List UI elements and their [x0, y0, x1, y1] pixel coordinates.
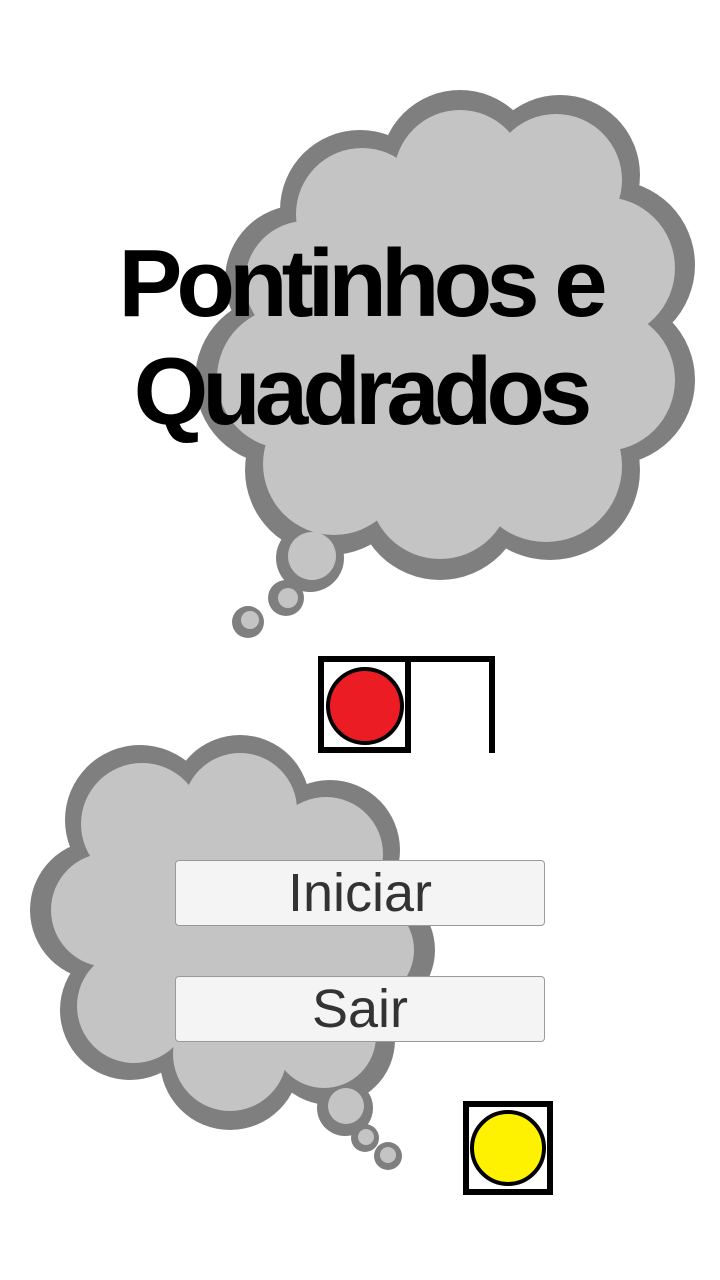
red-dot-box-icon [318, 656, 495, 753]
background-art [30, 90, 695, 1195]
game-title-line-2: Quadrados [133, 338, 593, 445]
yellow-dot-box-icon [463, 1101, 553, 1195]
small-thought-cloud-icon [30, 735, 435, 1170]
start-button[interactable]: Iniciar [175, 860, 545, 926]
game-title-line-1: Pontinhos e [118, 230, 607, 337]
game-title: Pontinhos e Quadrados [40, 230, 680, 446]
exit-button[interactable]: Sair [175, 976, 545, 1042]
